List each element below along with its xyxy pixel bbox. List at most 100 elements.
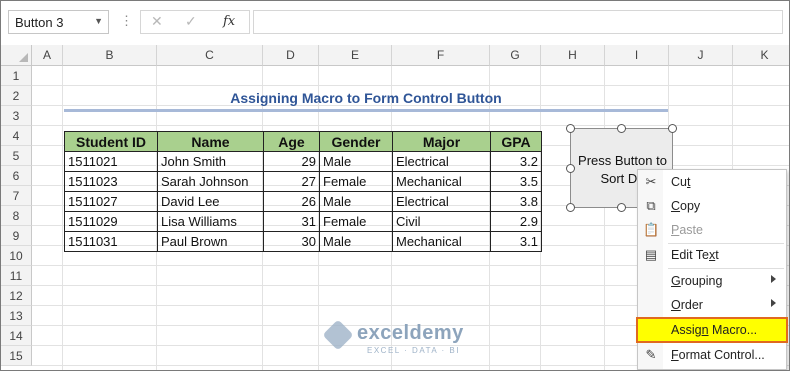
formula-buttons: ✕ ✓ fx: [140, 10, 250, 34]
header-gender[interactable]: Gender: [319, 131, 393, 152]
row-header-1[interactable]: 1: [1, 66, 32, 86]
format-control-icon: ✎: [645, 347, 657, 362]
header-major[interactable]: Major: [392, 131, 491, 152]
formula-input[interactable]: [253, 10, 783, 34]
table-row: 1511023 Sarah Johnson 27 Female Mechanic…: [64, 171, 542, 192]
header-age[interactable]: Age: [263, 131, 320, 152]
cell-major[interactable]: Mechanical: [392, 171, 491, 192]
row-header-3[interactable]: 3: [1, 106, 32, 126]
cell-gender[interactable]: Male: [319, 231, 393, 252]
cell-student-id[interactable]: 1511029: [64, 211, 158, 232]
sheet-title: Assigning Macro to Form Control Button: [230, 90, 502, 106]
menu-item-order[interactable]: Order: [638, 294, 786, 316]
column-header-a[interactable]: A: [32, 45, 63, 66]
cell-student-id[interactable]: 1511027: [64, 191, 158, 212]
menu-item-assign-macro-label: Assign Macro...: [671, 323, 758, 337]
header-gpa[interactable]: GPA: [490, 131, 542, 152]
cell-gender[interactable]: Male: [319, 151, 393, 172]
menu-item-edit-text[interactable]: ▤ Edit Text: [638, 244, 786, 266]
column-header-g[interactable]: G: [490, 45, 541, 66]
name-box[interactable]: Button 3 ▼: [8, 10, 109, 34]
column-header-k[interactable]: K: [733, 45, 789, 66]
menu-item-copy[interactable]: ⧉ Copy: [638, 195, 786, 217]
cell-student-id[interactable]: 1511023: [64, 171, 158, 192]
menu-item-cut[interactable]: ✂ Cut: [638, 171, 786, 193]
row-header-10[interactable]: 10: [1, 246, 32, 266]
row-header-13[interactable]: 13: [1, 306, 32, 326]
row-header-8[interactable]: 8: [1, 206, 32, 226]
chevron-down-icon[interactable]: ▼: [94, 16, 103, 26]
resize-handle-left[interactable]: [566, 164, 575, 173]
resize-handle-top-right[interactable]: [668, 124, 677, 133]
cell-gpa[interactable]: 3.5: [490, 171, 542, 192]
row-header-9[interactable]: 9: [1, 226, 32, 246]
cell-gpa[interactable]: 3.2: [490, 151, 542, 172]
cell-gender[interactable]: Female: [319, 211, 393, 232]
cell-major[interactable]: Mechanical: [392, 231, 491, 252]
cell-gender[interactable]: Female: [319, 171, 393, 192]
menu-item-paste-label: Paste: [671, 223, 703, 237]
formula-bar: Button 3 ▼ ⋮ ✕ ✓ fx: [1, 1, 789, 46]
menu-item-edit-text-label: Edit Text: [671, 248, 719, 262]
insert-function-icon[interactable]: fx: [223, 14, 235, 29]
column-header-b[interactable]: B: [63, 45, 157, 66]
cell-age[interactable]: 31: [263, 211, 320, 232]
cell-name[interactable]: Sarah Johnson: [157, 171, 264, 192]
cell-major[interactable]: Electrical: [392, 151, 491, 172]
cell-student-id[interactable]: 1511031: [64, 231, 158, 252]
watermark-tagline: EXCEL · DATA · BI: [367, 346, 460, 355]
menu-item-format-control[interactable]: ✎ Format Control...: [638, 344, 786, 366]
select-all-button[interactable]: [1, 45, 32, 66]
column-header-d[interactable]: D: [263, 45, 319, 66]
cell-major[interactable]: Civil: [392, 211, 491, 232]
row-header-5[interactable]: 5: [1, 146, 32, 166]
copy-icon: ⧉: [646, 198, 656, 213]
column-header-h[interactable]: H: [541, 45, 605, 66]
column-header-j[interactable]: J: [669, 45, 733, 66]
cell-student-id[interactable]: 1511021: [64, 151, 158, 172]
row-header-6[interactable]: 6: [1, 166, 32, 186]
enter-icon[interactable]: ✓: [185, 13, 197, 30]
row-header-12[interactable]: 12: [1, 286, 32, 306]
title-underline: [64, 109, 668, 112]
header-name[interactable]: Name: [157, 131, 264, 152]
cell-age[interactable]: 29: [263, 151, 320, 172]
cell-age[interactable]: 26: [263, 191, 320, 212]
more-options-icon[interactable]: ⋮: [120, 13, 133, 29]
row-header-14[interactable]: 14: [1, 326, 32, 346]
cell-name[interactable]: David Lee: [157, 191, 264, 212]
cell-name[interactable]: Paul Brown: [157, 231, 264, 252]
row-header-4[interactable]: 4: [1, 126, 32, 146]
cell-name[interactable]: John Smith: [157, 151, 264, 172]
cancel-icon[interactable]: ✕: [151, 13, 163, 30]
column-header-f[interactable]: F: [392, 45, 490, 66]
menu-item-order-label: Order: [671, 298, 703, 312]
column-header-c[interactable]: C: [157, 45, 263, 66]
cell-gpa[interactable]: 3.8: [490, 191, 542, 212]
cell-age[interactable]: 27: [263, 171, 320, 192]
resize-handle-top[interactable]: [617, 124, 626, 133]
menu-separator: [668, 268, 784, 269]
cell-name[interactable]: Lisa Williams: [157, 211, 264, 232]
cell-gpa[interactable]: 3.1: [490, 231, 542, 252]
cell-age[interactable]: 30: [263, 231, 320, 252]
cell-major[interactable]: Electrical: [392, 191, 491, 212]
chevron-right-icon: [771, 299, 776, 307]
menu-item-cut-label: Cut: [671, 175, 691, 189]
cell-gpa[interactable]: 2.9: [490, 211, 542, 232]
excel-window: Button 3 ▼ ⋮ ✕ ✓ fx A B C D E F G H I J …: [0, 0, 790, 371]
column-header-i[interactable]: I: [605, 45, 669, 66]
header-student-id[interactable]: Student ID: [64, 131, 158, 152]
column-header-e[interactable]: E: [319, 45, 392, 66]
menu-item-copy-label: Copy: [671, 199, 701, 213]
row-header-15[interactable]: 15: [1, 346, 32, 366]
resize-handle-bottom-left[interactable]: [566, 203, 575, 212]
menu-item-grouping[interactable]: Grouping: [638, 270, 786, 292]
menu-item-assign-macro[interactable]: Assign Macro...: [636, 317, 788, 343]
row-header-2[interactable]: 2: [1, 86, 32, 106]
row-header-11[interactable]: 11: [1, 266, 32, 286]
resize-handle-top-left[interactable]: [566, 124, 575, 133]
resize-handle-bottom[interactable]: [617, 203, 626, 212]
cell-gender[interactable]: Male: [319, 191, 393, 212]
row-header-7[interactable]: 7: [1, 186, 32, 206]
